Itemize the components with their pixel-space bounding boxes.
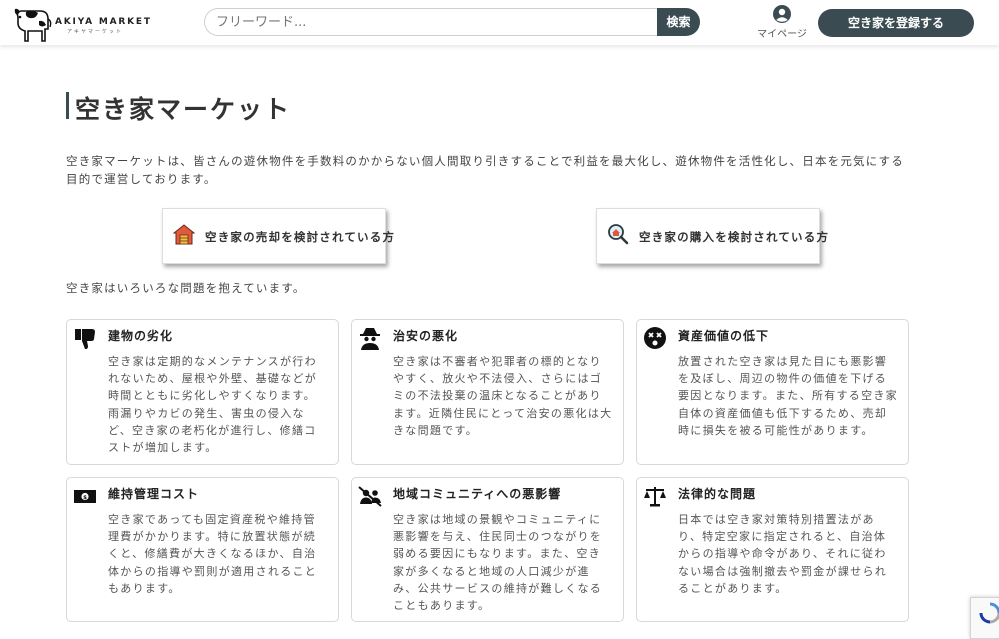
search-button[interactable]: 検索 bbox=[657, 8, 700, 36]
logo-subtext: アキヤマーケット bbox=[67, 29, 124, 35]
card-title: 法律的な問題 bbox=[678, 487, 757, 501]
logo-text: AKIYA MARKET bbox=[55, 17, 152, 27]
thumbs-down-icon bbox=[75, 329, 95, 349]
card-title: 資産価値の低下 bbox=[678, 329, 770, 343]
problem-card: 法律的な問題 日本では空き家対策特別措置法があり、特定空家に指定されると、自治体… bbox=[636, 477, 909, 622]
mypage-label: マイページ bbox=[757, 29, 807, 40]
svg-text:$: $ bbox=[83, 495, 87, 501]
site-header: AKIYA MARKET アキヤマーケット 検索 マイページ 空き家を登録する bbox=[0, 0, 999, 45]
card-body: 放置された空き家は見た目にも悪影響を及ぼし、周辺の物件の価値を下げる要因となりま… bbox=[678, 355, 898, 437]
card-title: 治安の悪化 bbox=[393, 329, 459, 343]
card-title: 建物の劣化 bbox=[108, 329, 174, 343]
cow-logo-icon bbox=[14, 8, 52, 42]
spy-icon bbox=[360, 328, 380, 350]
scale-icon bbox=[644, 487, 666, 507]
magnifier-house-icon bbox=[608, 224, 629, 245]
search-input[interactable] bbox=[204, 8, 659, 36]
card-body: 日本では空き家対策特別措置法があり、特定空家に指定されると、自治体からの指導や命… bbox=[678, 513, 888, 595]
card-body: 空き家は地域の景観やコミュニティに悪影響を与え、住民同士のつながりを弱める要因に… bbox=[393, 513, 603, 613]
problem-card: 資産価値の低下 放置された空き家は見た目にも悪影響を及ぼし、周辺の物件の価値を下… bbox=[636, 319, 909, 465]
users-slash-icon bbox=[358, 486, 382, 507]
dizzy-face-icon bbox=[644, 327, 666, 349]
card-title: 維持管理コスト bbox=[108, 487, 200, 501]
problem-card: 地域コミュニティへの悪影響 空き家は地域の景観やコミュニティに悪影響を与え、住民… bbox=[351, 477, 624, 622]
problem-card: $ 維持管理コスト 空き家であっても固定資産税や維持管理費がかかります。特に放置… bbox=[66, 477, 339, 622]
intro-text: 空き家マーケットは、皆さんの遊休物件を手数料のかからない個人間取り引きすることで… bbox=[66, 154, 904, 186]
sell-cta-label: 空き家の売却を検討されている方 bbox=[205, 230, 396, 244]
problem-card: 治安の悪化 空き家は不審者や犯罪者の標的となりやすく、放火や不法侵入、さらにはゴ… bbox=[351, 319, 624, 465]
money-bill-icon: $ bbox=[74, 490, 96, 503]
card-body: 空き家は不審者や犯罪者の標的となりやすく、放火や不法侵入、さらにはゴミの不法投棄… bbox=[393, 355, 613, 437]
title-accent-bar bbox=[66, 92, 69, 119]
recaptcha-badge[interactable] bbox=[970, 597, 999, 639]
mypage-link[interactable]: マイページ bbox=[752, 5, 812, 41]
page-title: 空き家マーケット bbox=[75, 95, 292, 124]
house-icon bbox=[173, 224, 195, 245]
problems-intro: 空き家はいろいろな問題を抱えています。 bbox=[66, 281, 306, 295]
problem-card: 建物の劣化 空き家は定期的なメンテナンスが行われないため、屋根や外壁、基礎などが… bbox=[66, 319, 339, 465]
user-circle-icon bbox=[773, 5, 791, 23]
sell-cta-button[interactable]: 空き家の売却を検討されている方 bbox=[162, 208, 394, 264]
card-body: 空き家は定期的なメンテナンスが行われないため、屋根や外壁、基礎などが時間とともに… bbox=[108, 355, 318, 455]
card-body: 空き家であっても固定資産税や維持管理費がかかります。特に放置状態が続くと、修繕費… bbox=[108, 513, 318, 595]
recaptcha-icon bbox=[979, 602, 999, 624]
card-title: 地域コミュニティへの悪影響 bbox=[393, 487, 562, 501]
buy-cta-button[interactable]: 空き家の購入を検討されている方 bbox=[596, 208, 828, 264]
buy-cta-label: 空き家の購入を検討されている方 bbox=[639, 230, 830, 244]
register-akiya-button[interactable]: 空き家を登録する bbox=[818, 9, 974, 37]
site-logo[interactable]: AKIYA MARKET アキヤマーケット bbox=[12, 3, 152, 43]
